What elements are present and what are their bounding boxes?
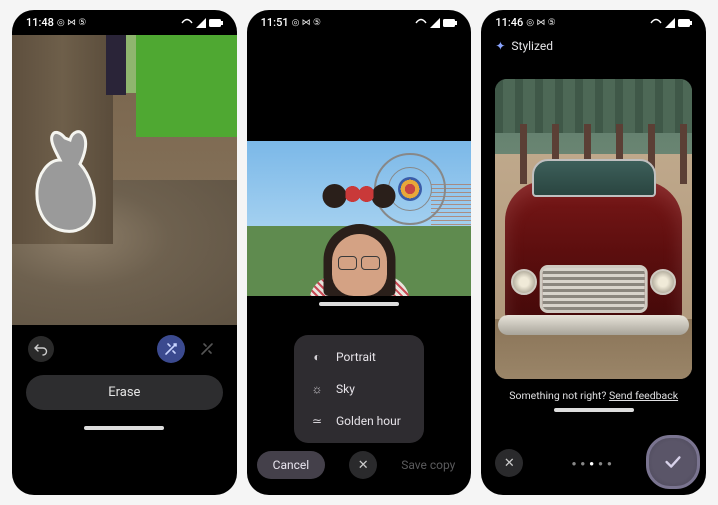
stylized-header: ✦ Stylized bbox=[481, 31, 706, 57]
status-right-icons bbox=[415, 18, 457, 28]
sky-icon: ☼ bbox=[310, 382, 324, 396]
erase-button[interactable]: Erase bbox=[26, 375, 223, 410]
status-bar: 11:48 ◎ ⋈ ⑤ bbox=[12, 10, 237, 31]
cancel-button[interactable]: Cancel bbox=[257, 451, 326, 479]
option-golden-hour[interactable]: ≃ Golden hour bbox=[294, 405, 424, 437]
close-icon: ✕ bbox=[504, 456, 515, 471]
status-notification-icons: ◎ ⋈ ⑤ bbox=[292, 18, 321, 28]
save-copy-button: Save copy bbox=[401, 458, 461, 472]
stylized-label: Stylized bbox=[511, 39, 553, 53]
close-button[interactable]: ✕ bbox=[349, 451, 377, 479]
status-time: 11:51 bbox=[261, 16, 289, 29]
feedback-prefix: Something not right? bbox=[509, 389, 609, 402]
status-bar: 11:46 ◎ ⋈ ⑤ bbox=[481, 10, 706, 31]
feedback-line: Something not right? Send feedback bbox=[481, 389, 706, 402]
phone-sky-options: 11:51 ◎ ⋈ ⑤ bbox=[247, 10, 472, 495]
status-notification-icons: ◎ ⋈ ⑤ bbox=[526, 18, 555, 28]
erase-mode-manual-icon[interactable] bbox=[193, 335, 221, 363]
erase-mode-auto-icon[interactable] bbox=[157, 335, 185, 363]
style-options-menu: ◐ Portrait ☼ Sky ≃ Golden hour bbox=[294, 335, 424, 443]
status-bar: 11:51 ◎ ⋈ ⑤ bbox=[247, 10, 472, 31]
close-icon: ✕ bbox=[358, 458, 369, 473]
nav-handle[interactable] bbox=[84, 426, 164, 430]
option-label: Sky bbox=[336, 382, 355, 396]
status-right-icons bbox=[650, 18, 692, 28]
option-sky[interactable]: ☼ Sky bbox=[294, 373, 424, 405]
status-time: 11:48 bbox=[26, 16, 54, 29]
phone-stylized: 11:46 ◎ ⋈ ⑤ ✦ Stylized bbox=[481, 10, 706, 495]
pager-dots[interactable]: ●●●●● bbox=[523, 459, 664, 468]
photo-preview[interactable] bbox=[12, 35, 237, 325]
option-label: Portrait bbox=[336, 350, 376, 364]
status-time: 11:46 bbox=[495, 16, 523, 29]
golden-hour-icon: ≃ bbox=[310, 414, 324, 428]
option-portrait[interactable]: ◐ Portrait bbox=[294, 341, 424, 373]
option-label: Golden hour bbox=[336, 414, 401, 428]
status-notification-icons: ◎ ⋈ ⑤ bbox=[57, 18, 86, 28]
phone-erase: 11:48 ◎ ⋈ ⑤ bbox=[12, 10, 237, 495]
undo-button[interactable] bbox=[28, 336, 54, 362]
photo-preview[interactable] bbox=[247, 141, 472, 296]
screenshot-row: 11:48 ◎ ⋈ ⑤ bbox=[0, 0, 718, 505]
confirm-check-button[interactable] bbox=[646, 435, 700, 489]
nav-handle[interactable] bbox=[319, 302, 399, 306]
send-feedback-link[interactable]: Send feedback bbox=[609, 389, 678, 402]
close-button[interactable]: ✕ bbox=[495, 449, 523, 477]
sparkle-icon: ✦ bbox=[495, 39, 505, 53]
portrait-icon: ◐ bbox=[310, 350, 324, 364]
cancel-label: Cancel bbox=[273, 458, 310, 472]
erase-button-label: Erase bbox=[108, 385, 140, 400]
nav-handle[interactable] bbox=[554, 408, 634, 412]
stylized-preview[interactable] bbox=[495, 79, 692, 379]
save-copy-label: Save copy bbox=[401, 458, 455, 472]
erase-selection-rabbit[interactable] bbox=[30, 130, 108, 235]
check-icon bbox=[662, 451, 684, 473]
status-right-icons bbox=[181, 18, 223, 28]
